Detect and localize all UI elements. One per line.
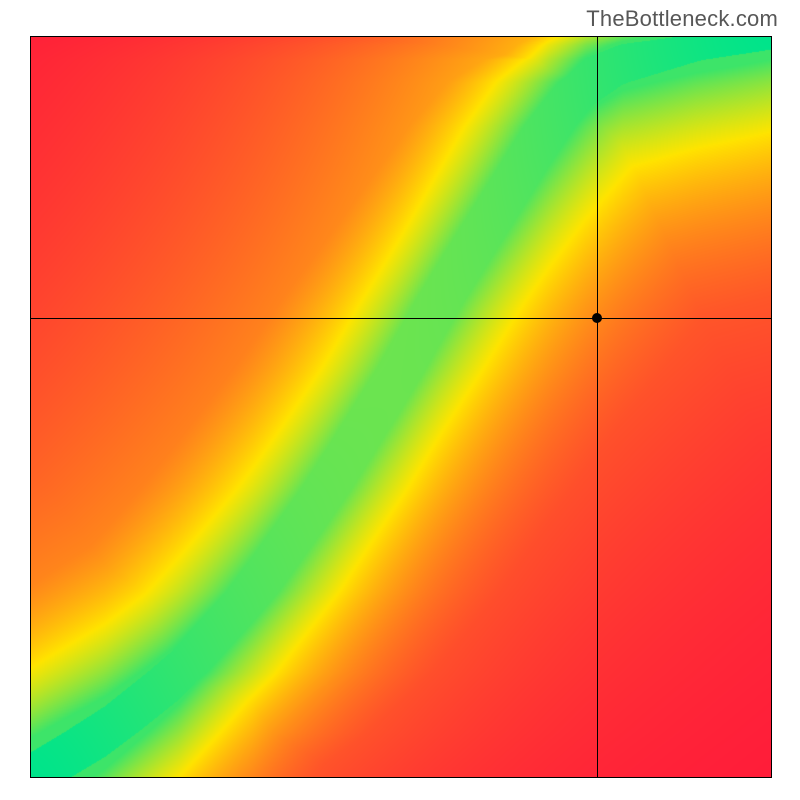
plot-area (30, 36, 772, 778)
heatmap-canvas (31, 37, 771, 777)
attribution-text: TheBottleneck.com (586, 6, 778, 32)
chart-container: TheBottleneck.com (0, 0, 800, 800)
